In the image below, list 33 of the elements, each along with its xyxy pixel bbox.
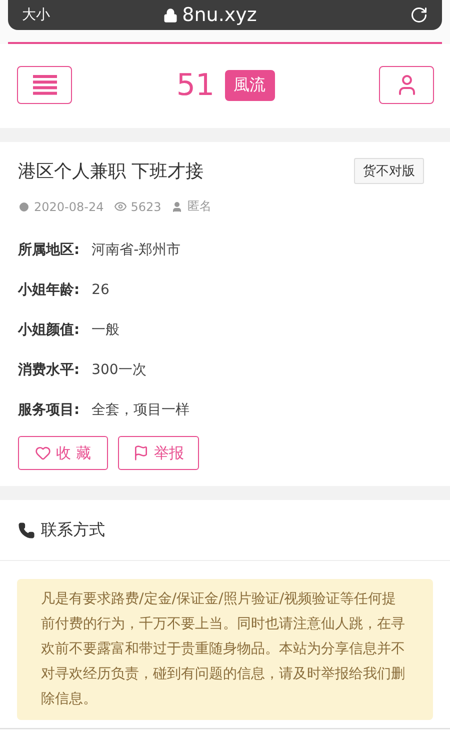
reload-icon[interactable]: [410, 6, 428, 24]
text-size-button[interactable]: 大小: [22, 6, 50, 24]
account-button[interactable]: [379, 66, 434, 104]
field-label: 消费水平:: [18, 361, 80, 380]
listing-title: 港区个人兼职 下班才接: [18, 160, 204, 183]
lock-icon: [163, 8, 178, 22]
section-title: 联系方式: [41, 520, 105, 540]
menu-icon: [32, 75, 56, 95]
field-value: 26: [92, 281, 110, 300]
url-field[interactable]: 8nu.xyz: [50, 4, 370, 26]
heart-icon: [35, 445, 51, 461]
favorite-button[interactable]: 收 藏: [18, 436, 108, 470]
field-label: 小姐年龄:: [18, 281, 80, 300]
flag-icon: [132, 445, 149, 461]
field-value: 300一次: [92, 361, 146, 380]
field-label: 所属地区:: [18, 241, 80, 260]
field-value: 全套，项目一样: [92, 401, 190, 420]
menu-button[interactable]: [17, 66, 72, 104]
report-button[interactable]: 举报: [118, 436, 199, 470]
post-date: 2020-08-24: [34, 200, 104, 214]
logo-number: 51: [176, 68, 215, 102]
user-icon: [171, 200, 184, 212]
field-label: 小姐颜值:: [18, 321, 80, 340]
phone-icon: [18, 522, 35, 538]
logo-badge: 風流: [224, 70, 275, 100]
eye-icon: [114, 200, 127, 213]
field-value: 河南省-郑州市: [92, 241, 181, 260]
author-name: 匿名: [187, 198, 212, 215]
field-label: 服务项目:: [18, 401, 80, 420]
field-value: 一般: [92, 321, 120, 340]
mismatch-report-button[interactable]: 货不对版: [354, 158, 424, 184]
warning-notice: 凡是有要求路费/定金/保证金/照片验证/视频验证等任何提前付费的行为，千万不要上当。同时也请注意仙人跳，在寻欢前不要露富和带过于贵重随身物品。本站为分享信息并不对寻欢经历负责，碰到有问题的信息，请及时举报给我们删除信息。: [17, 579, 433, 720]
view-count: 5623: [130, 200, 162, 214]
